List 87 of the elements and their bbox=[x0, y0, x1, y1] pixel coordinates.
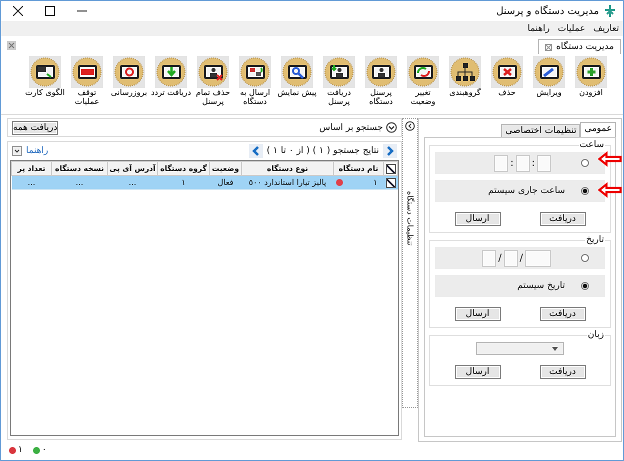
table-cell: ١ bbox=[158, 176, 210, 190]
toolbar-button[interactable]: گروهبندی bbox=[447, 56, 483, 98]
action-button[interactable]: ارسال bbox=[454, 212, 500, 226]
toolbar-button[interactable]: توقف عملیات bbox=[69, 56, 105, 107]
previous-icon[interactable] bbox=[383, 144, 397, 158]
expand-icon[interactable] bbox=[386, 122, 397, 133]
radio-button[interactable] bbox=[581, 159, 589, 167]
radio-button[interactable] bbox=[581, 254, 589, 262]
action-button[interactable]: دریافت bbox=[540, 212, 586, 226]
get-all-button[interactable]: دریافت همه bbox=[12, 120, 58, 134]
search-label: جستجو بر اساس bbox=[319, 122, 383, 132]
toolbar-button[interactable]: افزودن bbox=[573, 56, 609, 98]
dropdown-icon[interactable] bbox=[12, 146, 22, 156]
collapse-icon[interactable] bbox=[405, 121, 415, 131]
status-count: ٠ bbox=[42, 445, 47, 455]
table-cell: ... bbox=[52, 176, 108, 190]
toolbar-button[interactable]: پرسنل دستگاه bbox=[363, 56, 399, 107]
group-title: ساعت bbox=[578, 140, 605, 150]
input-field[interactable] bbox=[516, 154, 530, 172]
tab[interactable]: عمومی bbox=[580, 122, 616, 138]
action-button[interactable]: دریافت bbox=[540, 365, 586, 379]
caret-icon bbox=[552, 346, 558, 350]
table-cell: پالیز تیارا استاندارد ٥٠٠ bbox=[242, 176, 334, 190]
pencil-icon bbox=[533, 56, 565, 88]
arrows-icon bbox=[407, 56, 439, 88]
radio-button[interactable] bbox=[581, 187, 589, 195]
checkbox[interactable] bbox=[386, 178, 396, 188]
close-icon[interactable] bbox=[13, 6, 23, 16]
results-count: نتایج جستجو ( ١ ) ( از ٠ تا ١ ) bbox=[266, 146, 379, 156]
refresh-icon bbox=[113, 56, 145, 88]
action-button[interactable]: دریافت bbox=[540, 307, 586, 321]
separator-text: / bbox=[498, 252, 502, 264]
toolbar-button[interactable]: پیش نمایش bbox=[279, 56, 315, 98]
menu-item[interactable]: راهنما bbox=[527, 24, 550, 34]
maximize-icon[interactable] bbox=[45, 6, 55, 16]
hierarchy-icon bbox=[449, 56, 481, 88]
person-x-icon bbox=[197, 56, 229, 88]
tab[interactable]: تنظیمات اختصاصی bbox=[501, 124, 580, 138]
action-button[interactable]: ارسال bbox=[454, 365, 500, 379]
toolbar-button[interactable]: حذف تمام پرسنل bbox=[195, 56, 231, 107]
radio-label: تاریخ سیستم bbox=[517, 281, 565, 291]
next-icon[interactable] bbox=[248, 144, 263, 158]
pin-icon[interactable] bbox=[545, 44, 552, 50]
cell-text: ١ bbox=[373, 178, 378, 187]
side-tab[interactable]: تنظیمات دستگاه bbox=[402, 118, 418, 408]
side-tab-label: تنظیمات دستگاه bbox=[406, 191, 414, 246]
table-row[interactable]: ١ پالیز تیارا استاندارد ٥٠٠ فعال ١ ... ... ... bbox=[12, 176, 398, 190]
toolbar-button[interactable]: حذف bbox=[489, 56, 525, 98]
transfer-icon bbox=[239, 56, 271, 88]
toolbar-button[interactable]: الگوی کارت bbox=[27, 56, 63, 98]
person-icon bbox=[365, 56, 397, 88]
input-field[interactable] bbox=[525, 250, 551, 266]
x-icon bbox=[491, 56, 523, 88]
separator-text: / bbox=[520, 252, 523, 264]
toolbar-button[interactable]: دریافت تردد bbox=[153, 56, 189, 98]
toolbar-button[interactable]: ویرایش bbox=[531, 56, 567, 98]
plus-icon bbox=[575, 56, 607, 88]
radio-button[interactable] bbox=[581, 282, 589, 290]
toolbar-button[interactable]: ارسال به دستگاه bbox=[237, 56, 273, 107]
input-field[interactable] bbox=[504, 250, 518, 266]
document-tab[interactable]: مدیریت دستگاه bbox=[538, 39, 621, 54]
menu-item[interactable]: عملیات bbox=[558, 24, 586, 34]
table-cell: ... bbox=[108, 176, 158, 190]
menu-item[interactable]: تعاریف bbox=[593, 24, 619, 34]
table-cell: فعال bbox=[210, 176, 242, 190]
card-icon bbox=[29, 56, 61, 88]
group-title: زبان bbox=[586, 330, 605, 340]
app-icon bbox=[603, 4, 617, 18]
help-link[interactable]: راهنما bbox=[26, 146, 48, 156]
action-button[interactable]: ارسال bbox=[454, 307, 500, 321]
input-field[interactable] bbox=[494, 154, 508, 172]
toolbar-button[interactable]: بروزرسانی bbox=[111, 56, 147, 98]
download-icon bbox=[155, 56, 187, 88]
separator-text: : bbox=[510, 158, 514, 168]
radio-label: ساعت جاری سیستم bbox=[488, 186, 565, 196]
window-title: مدیریت دستگاه و پرسنل bbox=[496, 6, 599, 16]
toolbar-button[interactable]: تغییر وضعیت bbox=[405, 56, 441, 107]
status-count: ١ bbox=[18, 445, 23, 455]
toolbar-button[interactable]: دریافت پرسنل bbox=[321, 56, 357, 107]
magnifier-icon bbox=[281, 56, 313, 88]
group-title: تاریخ bbox=[585, 235, 605, 245]
separator-text: : bbox=[532, 158, 535, 168]
person-download-icon bbox=[323, 56, 355, 88]
input-field[interactable] bbox=[537, 154, 551, 172]
input-field[interactable] bbox=[482, 250, 496, 266]
stop-sign-icon bbox=[71, 56, 103, 88]
table-cell: ... bbox=[12, 176, 52, 190]
